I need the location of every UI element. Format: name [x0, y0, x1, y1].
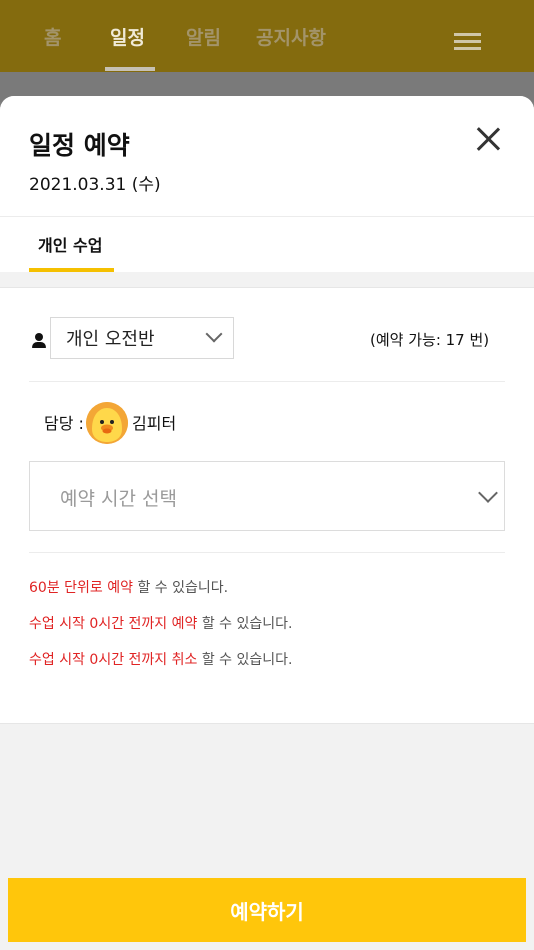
policy-note-text: 할 수 있습니다.: [197, 652, 293, 668]
time-select[interactable]: 예약 시간 선택: [29, 461, 505, 531]
person-icon: [31, 333, 47, 349]
tab-home[interactable]: 홈: [44, 0, 61, 72]
class-select-value: 개인 오전반: [66, 329, 155, 350]
policy-note: 수업 시작 0시간 전까지 취소 할 수 있습니다.: [29, 649, 292, 669]
policy-note: 60분 단위로 예약 할 수 있습니다.: [29, 577, 228, 597]
policy-note-highlight: 수업 시작 0시간 전까지 취소: [29, 652, 198, 668]
policy-note-text: 할 수 있습니다.: [197, 616, 293, 632]
tab-notifications[interactable]: 알림: [186, 0, 221, 72]
policy-note: 수업 시작 0시간 전까지 예약 할 수 있습니다.: [29, 613, 292, 633]
tab-private-lesson[interactable]: 개인 수업: [38, 232, 102, 256]
tab-notices[interactable]: 공지사항: [256, 0, 326, 72]
divider: [29, 552, 505, 553]
policy-note-text: 할 수 있습니다.: [133, 580, 229, 596]
availability-text: (예약 가능: 17 번): [370, 331, 490, 349]
modal-date: 2021.03.31 (수): [29, 175, 161, 195]
chevron-down-icon: [478, 483, 498, 503]
close-icon[interactable]: [474, 124, 504, 154]
sub-tab-indicator: [29, 268, 114, 272]
top-nav: 홈 일정 알림 공지사항: [0, 0, 534, 72]
policy-note-highlight: 수업 시작 0시간 전까지 예약: [29, 616, 198, 632]
time-select-placeholder: 예약 시간 선택: [60, 488, 177, 510]
teacher-label: 담당 :: [44, 414, 84, 433]
chevron-down-icon: [205, 325, 223, 343]
divider: [29, 381, 505, 382]
tab-schedule[interactable]: 일정: [110, 0, 145, 72]
hamburger-menu-icon[interactable]: [454, 33, 481, 51]
active-tab-indicator: [105, 67, 155, 71]
reservation-form: 개인 오전반 (예약 가능: 17 번) 담당 : 김피터 예약 시간 선택 6…: [0, 287, 534, 724]
reserve-button[interactable]: 예약하기: [8, 878, 526, 942]
teacher-avatar: [86, 402, 128, 444]
class-select[interactable]: 개인 오전반: [50, 317, 234, 359]
policy-note-highlight: 60분 단위로 예약: [29, 580, 133, 596]
modal-header: 일정 예약 2021.03.31 (수) 개인 수업: [0, 96, 534, 272]
header-divider: [0, 216, 534, 217]
teacher-name: 김피터: [132, 414, 177, 433]
reservation-modal: 일정 예약 2021.03.31 (수) 개인 수업 개인 오전반 (예약 가능…: [0, 96, 534, 950]
modal-title: 일정 예약: [29, 131, 130, 160]
